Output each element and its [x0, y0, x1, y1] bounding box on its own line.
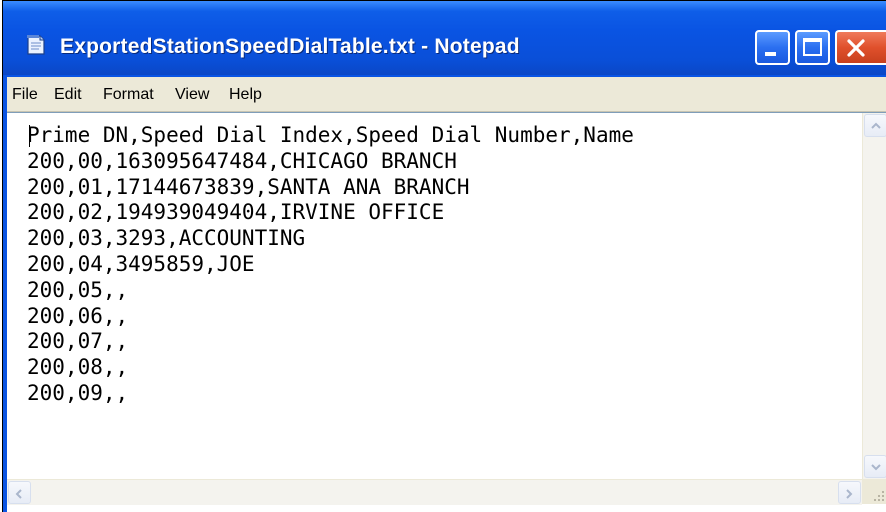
maximize-button[interactable] [795, 30, 830, 65]
menu-view[interactable]: View [175, 86, 209, 104]
arrow-right-icon [846, 489, 853, 499]
menu-edit[interactable]: Edit [54, 86, 82, 104]
horizontal-scrollbar[interactable] [7, 479, 862, 505]
document-text[interactable]: Prime DN,Speed Dial Index,Speed Dial Num… [27, 123, 857, 478]
text-line: 200,01,17144673839,SANTA ANA BRANCH [27, 174, 470, 199]
arrow-up-icon [871, 122, 881, 129]
size-grip-icon [874, 491, 884, 501]
text-line: 200,09,, [27, 380, 129, 405]
text-line: 200,07,, [27, 329, 129, 354]
text-line: 200,02,194939049404,IRVINE OFFICE [27, 200, 445, 225]
text-caret [29, 125, 30, 147]
scroll-up-button[interactable] [864, 114, 886, 137]
scroll-down-button[interactable] [864, 455, 886, 478]
menu-format[interactable]: Format [103, 86, 154, 104]
arrow-down-icon [871, 464, 881, 471]
text-line: Prime DN,Speed Dial Index,Speed Dial Num… [27, 123, 634, 147]
notepad-icon [27, 35, 45, 55]
text-line: 200,04,3495859,JOE [27, 251, 255, 276]
close-button[interactable] [835, 30, 886, 65]
text-editor[interactable]: Prime DN,Speed Dial Index,Speed Dial Num… [7, 112, 886, 512]
size-grip[interactable] [862, 479, 886, 504]
text-line: 200,08,, [27, 355, 129, 380]
notepad-window: ExportedStationSpeedDialTable.txt - Note… [2, 0, 886, 512]
text-line: 200,05,, [27, 277, 129, 302]
window-title: ExportedStationSpeedDialTable.txt - Note… [60, 35, 520, 58]
text-line: 200,06,, [27, 303, 129, 328]
title-bar[interactable]: ExportedStationSpeedDialTable.txt - Note… [3, 1, 886, 75]
text-line: 200,03,3293,ACCOUNTING [27, 226, 306, 251]
close-icon [847, 39, 865, 57]
menu-bar: File Edit Format View Help [7, 77, 886, 112]
text-line: 200,00,163095647484,CHICAGO BRANCH [27, 148, 457, 173]
scroll-right-button[interactable] [838, 481, 861, 504]
menu-help[interactable]: Help [229, 86, 262, 104]
vertical-scrollbar[interactable] [862, 113, 886, 479]
arrow-left-icon [15, 489, 22, 499]
minimize-button[interactable] [755, 30, 790, 65]
scroll-left-button[interactable] [8, 481, 31, 504]
maximize-icon [803, 38, 822, 56]
menu-file[interactable]: File [12, 86, 38, 104]
minimize-icon [765, 52, 776, 56]
